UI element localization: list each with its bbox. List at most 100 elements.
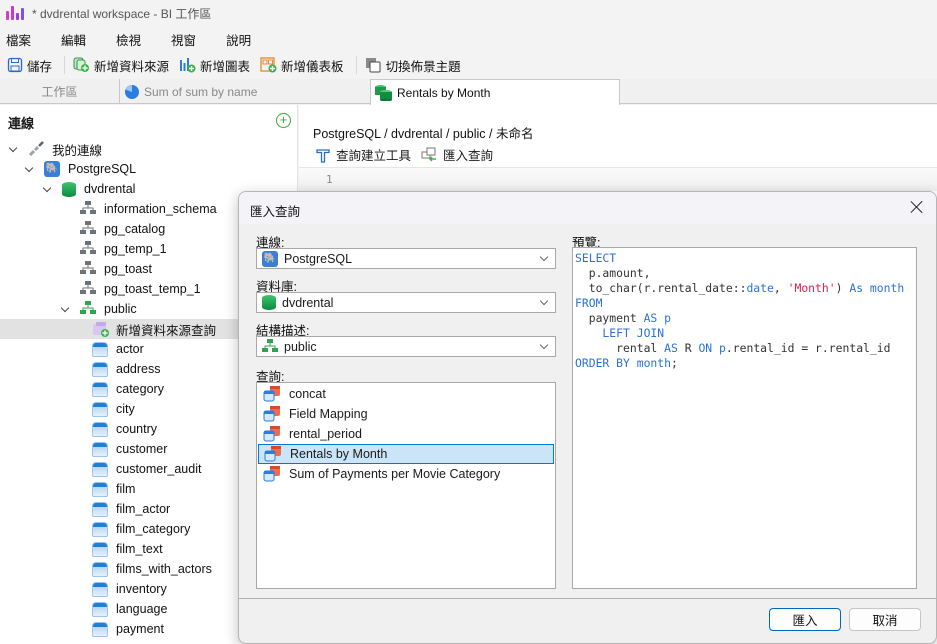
database-icon [62, 181, 76, 197]
add-datasource-icon [73, 57, 90, 72]
query-icon [263, 406, 280, 422]
sql-preview: SELECT p.amount, to_char(r.rental_date::… [572, 247, 917, 589]
tree-item-label: pg_temp_1 [104, 242, 167, 256]
tab-rentals-by-month[interactable]: Rentals by Month [370, 79, 620, 105]
tree-item-label: actor [116, 342, 144, 356]
query-list[interactable]: concat Field Mapping rental_period Rentals … [256, 382, 556, 589]
table-icon [92, 561, 108, 577]
chevron-down-icon[interactable] [8, 144, 18, 154]
sql-line: LEFT JOIN [575, 326, 665, 340]
new-chart-label: 新增圖表 [200, 59, 251, 74]
query-list-item[interactable]: concat [258, 384, 554, 404]
tree-item-label: city [116, 402, 135, 416]
table-icon [92, 581, 108, 597]
connection-value: PostgreSQL [284, 251, 353, 266]
database-select[interactable]: dvdrental [256, 292, 556, 313]
tree-item-label: category [116, 382, 164, 396]
tree-item-label: customer [116, 442, 168, 456]
menu-file[interactable]: 檔案 [0, 30, 37, 49]
app-logo-icon [6, 6, 24, 20]
new-dashboard-button[interactable]: 新增儀表板 [257, 56, 347, 75]
close-icon[interactable] [910, 200, 924, 214]
add-connection-icon[interactable]: + [276, 113, 291, 128]
schema-icon [262, 338, 278, 352]
tab-workspace[interactable]: 工作區 [0, 79, 120, 104]
editor-toolbar: 查詢建立工具 匯入查詢 [315, 145, 497, 164]
table-icon [92, 521, 108, 537]
tab-sum-of-sum-by-name[interactable]: Sum of sum by name [120, 79, 371, 104]
query-list-item[interactable]: Field Mapping [258, 404, 554, 424]
chevron-down-icon[interactable] [24, 164, 34, 174]
schema-icon [80, 261, 96, 277]
schema-icon [80, 221, 96, 237]
table-icon [92, 441, 108, 457]
save-button[interactable]: 儲存 [4, 56, 55, 75]
dialog-header: 匯入查詢 [239, 192, 936, 224]
tree-item-label: public [104, 302, 137, 316]
table-icon [92, 501, 108, 517]
connection-select[interactable]: 🐘 PostgreSQL [256, 248, 556, 269]
toggle-theme-button[interactable]: 切換佈景主題 [362, 56, 464, 75]
chevron-down-icon [539, 296, 549, 306]
toolbar: 儲存 新增資料來源 新增圖表 新增儀表板 切換佈景主題 [0, 52, 937, 78]
sql-line: payment AS p [575, 311, 672, 325]
tree-item-label: film [116, 482, 136, 496]
tree-item-label: pg_catalog [104, 222, 166, 236]
table-icon [92, 341, 108, 357]
import-button[interactable]: 匯入 [769, 608, 841, 631]
schema-icon [80, 281, 96, 297]
table-icon [92, 461, 108, 477]
chevron-down-icon[interactable] [60, 304, 70, 314]
tree-item-label: PostgreSQL [68, 162, 137, 176]
tree-item-label: 我的連線 [52, 143, 103, 158]
query-name: Field Mapping [289, 407, 368, 421]
new-datasource-button[interactable]: 新增資料來源 [70, 56, 172, 75]
tree-item-label: language [116, 602, 168, 616]
query-list-item[interactable]: Sum of Payments per Movie Category [258, 464, 554, 484]
table-icon [92, 601, 108, 617]
tree-item-label: pg_toast [104, 262, 152, 276]
tree-item-label: film_category [116, 522, 191, 536]
table-icon [92, 541, 108, 557]
new-chart-button[interactable]: 新增圖表 [176, 56, 253, 75]
cancel-button[interactable]: 取消 [849, 608, 921, 631]
tab-label: Sum of sum by name [144, 84, 258, 99]
window-title: * dvdrental workspace - BI 工作區 [32, 6, 212, 21]
tab-label: Rentals by Month [397, 85, 491, 100]
add-query-icon [92, 321, 109, 337]
tree-item[interactable]: 我的連線 [0, 139, 298, 159]
chevron-down-icon [539, 340, 549, 350]
add-chart-icon [180, 58, 196, 73]
tree-item-label: film_text [116, 542, 163, 556]
menu-window[interactable]: 視窗 [165, 30, 202, 49]
query-list-item[interactable]: rental_period [258, 424, 554, 444]
sql-line: FROM [575, 296, 603, 310]
tree-item-label: address [116, 362, 161, 376]
tree-item[interactable]: 🐘 PostgreSQL [0, 159, 298, 179]
sql-line: rental AS R ON p.rental_id = r.rental_id [575, 341, 891, 355]
postgresql-icon: 🐘 [262, 250, 278, 267]
query-list-item[interactable]: Rentals by Month [258, 444, 554, 464]
menu-view[interactable]: 檢視 [110, 30, 147, 49]
menu-edit[interactable]: 編輯 [55, 30, 92, 49]
table-icon [92, 401, 108, 417]
chevron-down-icon[interactable] [42, 184, 52, 194]
sql-editor[interactable]: 1 [299, 167, 937, 191]
query-builder-label: 查詢建立工具 [336, 149, 412, 163]
table-icon [92, 381, 108, 397]
query-icon [263, 466, 280, 482]
database-icon [262, 295, 276, 310]
floppy-disk-icon [7, 57, 23, 73]
sql-line: SELECT [575, 251, 617, 265]
schema-select[interactable]: public [256, 336, 556, 357]
tree-item-label: information_schema [104, 202, 217, 216]
breadcrumb: PostgreSQL / dvdrental / public / 未命名 [313, 127, 534, 141]
table-icon [92, 361, 108, 377]
pie-chart-icon [125, 84, 139, 99]
tree-item-label: films_with_actors [116, 562, 212, 576]
dialog-footer: 匯入 取消 [239, 598, 936, 643]
query-builder-button[interactable]: 查詢建立工具 [315, 145, 411, 164]
query-icon [263, 426, 280, 442]
import-query-button[interactable]: 匯入查詢 [421, 145, 493, 164]
menu-help[interactable]: 說明 [220, 30, 257, 49]
